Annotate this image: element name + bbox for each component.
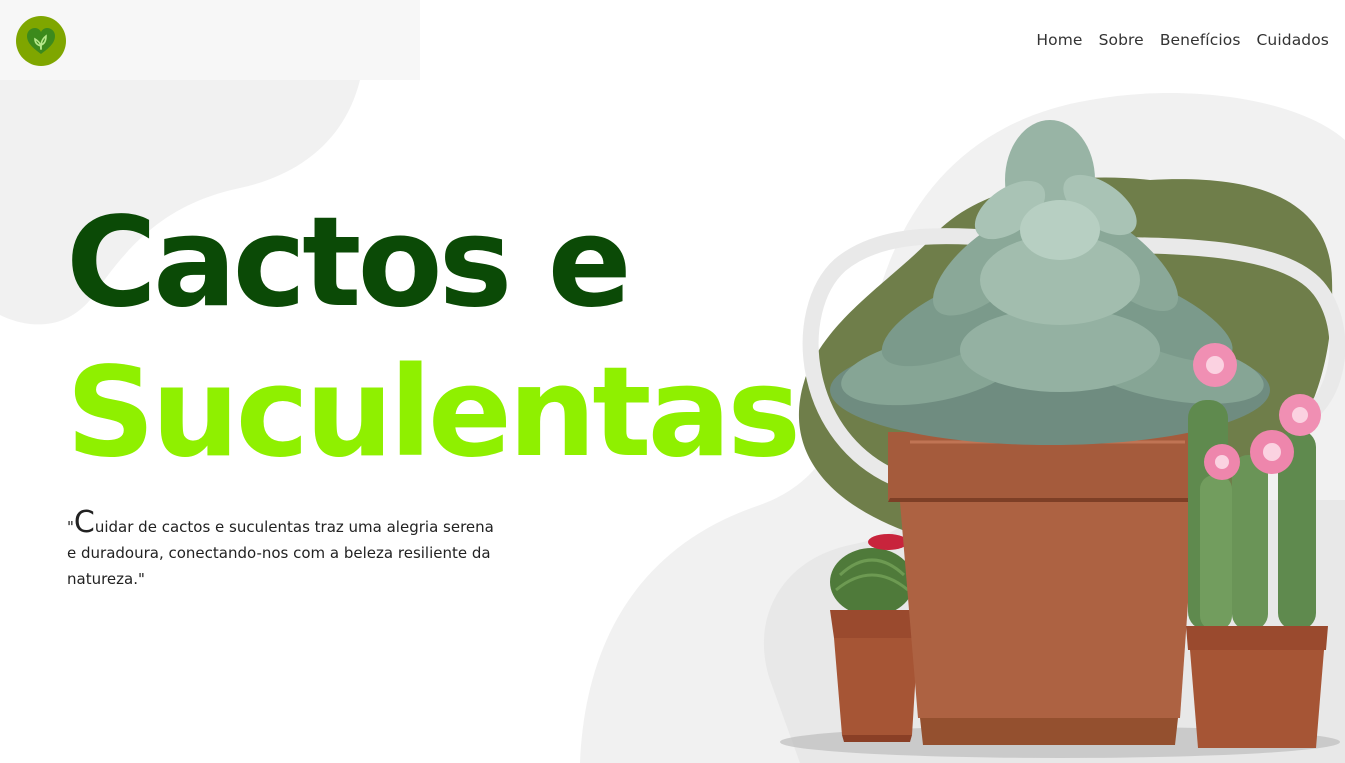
plants-illustration xyxy=(830,120,1328,748)
hero-title-line2: Suculentas xyxy=(66,341,801,485)
logo[interactable] xyxy=(16,16,66,66)
echeveria-rosette xyxy=(830,120,1270,445)
hero-title-line1: Cactos e xyxy=(66,191,632,335)
nav-sobre[interactable]: Sobre xyxy=(1099,31,1144,49)
quote-text: uidar de cactos e suculentas traz uma al… xyxy=(67,518,494,588)
nav-home[interactable]: Home xyxy=(1036,31,1082,49)
echeveria-pot xyxy=(888,432,1205,745)
hero-quote: "Cuidar de cactos e suculentas traz uma … xyxy=(67,508,507,592)
hero-title: Cactos e Suculentas xyxy=(66,188,801,488)
quote-first-letter: C xyxy=(73,505,95,540)
quote-open-mark: " xyxy=(67,518,74,536)
nav-cuidados[interactable]: Cuidados xyxy=(1257,31,1330,49)
main-nav: Home Sobre Benefícios Cuidados xyxy=(1036,31,1329,49)
page: Home Sobre Benefícios Cuidados Cactos e … xyxy=(0,0,1345,763)
header: Home Sobre Benefícios Cuidados xyxy=(0,0,1345,82)
leaf-heart-icon xyxy=(27,28,55,54)
nav-beneficios[interactable]: Benefícios xyxy=(1160,31,1241,49)
